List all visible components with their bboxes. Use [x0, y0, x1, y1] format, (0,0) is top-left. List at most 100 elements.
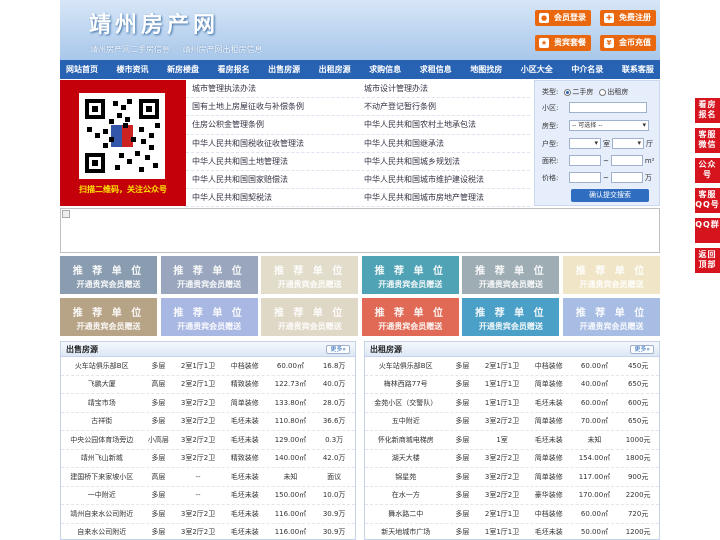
law-link[interactable]: 中华人民共和国继承法 [358, 135, 530, 152]
nav-item-3[interactable]: 看房报名 [218, 60, 250, 79]
sale-listing-row[interactable]: 古祥街 多层 3室2厅2卫 毛坯未装 110.80㎡ 36.6万 [61, 413, 355, 431]
site-title[interactable]: 靖州房产网 [89, 7, 219, 39]
listing-community[interactable]: 一中附近 [61, 490, 142, 500]
recommended-ad-slot[interactable]: 推 荐 单 位开通贵宾会员赠送 [563, 298, 660, 336]
nav-item-10[interactable]: 中介名录 [571, 60, 603, 79]
price-min-input[interactable] [569, 172, 601, 183]
listing-community[interactable]: 靖州自来水公司附近 [61, 509, 142, 519]
sale-listing-row[interactable]: 靖州自来水公司附近 多层 3室2厅2卫 毛坯未装 116.00㎡ 30.9万 [61, 505, 355, 524]
law-link[interactable]: 城市管理执法办法 [186, 80, 358, 97]
search-submit-button[interactable]: 确认提交搜索 [571, 189, 649, 202]
law-link[interactable]: 中华人民共和国土地管理法 [186, 153, 358, 170]
law-link[interactable]: 中华人民共和国农村土地承包法 [358, 116, 530, 133]
listing-community[interactable]: 火车站俱乐部B区 [61, 361, 142, 371]
area-max-input[interactable] [610, 155, 643, 166]
house-type-select[interactable]: -- 可选择 -- [569, 120, 649, 131]
law-link[interactable]: 中华人民共和国城市维护建设税法 [358, 171, 530, 188]
recommended-ad-slot[interactable]: 推 荐 单 位开通贵宾会员赠送 [563, 256, 660, 294]
recommended-ad-slot[interactable]: 推 荐 单 位开通贵宾会员赠送 [160, 256, 258, 294]
sale-listing-row[interactable]: 自来水公司附近 多层 3室2厅2卫 毛坯未装 116.00㎡ 30.9万 [61, 524, 355, 540]
listing-community[interactable]: 靖宝市场 [61, 398, 142, 408]
rent-more-button[interactable]: 更多» [630, 345, 654, 354]
listing-community[interactable]: 锦星苑 [365, 472, 446, 482]
law-link[interactable]: 住房公积金管理条例 [186, 116, 358, 133]
official-account-button[interactable]: 公众号 [695, 158, 720, 183]
rent-listing-row[interactable]: 梅林西路77号 多层 1室1厅1卫 简单装修 40.00㎡ 650元 [365, 376, 659, 394]
sale-listing-row[interactable]: 飞鹏大厦 高层 2室2厅1卫 精致装修 122.73㎡ 40.0万 [61, 376, 355, 394]
law-link[interactable]: 中华人民共和国城乡规划法 [358, 153, 530, 170]
subtitle-secondhand[interactable]: 靖州房产网二手房信息 [90, 45, 170, 54]
back-to-top-button[interactable]: 返回顶部 [695, 248, 720, 273]
subtitle-rent[interactable]: 靖州房产网出租房信息 [183, 45, 263, 54]
listing-community[interactable]: 怀化新商城电梯房 [365, 435, 446, 445]
law-link[interactable]: 中华人民共和国国家赔偿法 [186, 171, 358, 188]
recommended-ad-slot[interactable]: 推 荐 单 位开通贵宾会员赠送 [261, 256, 359, 294]
listing-community[interactable]: 建国桥下来家坡小区 [61, 472, 142, 482]
area-min-input[interactable] [569, 155, 601, 166]
recommended-ad-slot[interactable]: 推 荐 单 位开通贵宾会员赠送 [361, 298, 459, 336]
listing-community[interactable]: 古祥街 [61, 416, 142, 426]
type-option-rent[interactable]: 出租房 [607, 87, 628, 97]
law-link[interactable]: 城市设计管理办法 [358, 80, 530, 97]
sale-listing-row[interactable]: 火车站俱乐部B区 多层 2室1厅1卫 中档装修 60.00㎡ 16.8万 [61, 357, 355, 376]
banner-ad[interactable] [60, 208, 660, 253]
listing-community[interactable]: 湖天大楼 [365, 453, 446, 463]
register-button[interactable]: ✚ 免费注册 [600, 10, 656, 26]
type-radio-secondhand[interactable] [564, 88, 572, 96]
nav-item-4[interactable]: 出售房源 [268, 60, 300, 79]
listing-community[interactable]: 飞鹏大厦 [61, 379, 142, 389]
listing-community[interactable]: 舞水路二中 [365, 509, 446, 519]
recommended-ad-slot[interactable]: 推 荐 单 位开通贵宾会员赠送 [462, 298, 560, 336]
community-input[interactable] [569, 102, 647, 113]
viewing-signup-button[interactable]: 看房报名 [695, 98, 720, 123]
sale-listing-row[interactable]: 一中附近 多层 -- 毛坯未装 150.00㎡ 10.0万 [61, 487, 355, 505]
nav-item-0[interactable]: 网站首页 [66, 60, 98, 79]
qq-group-button[interactable]: QQ群 [695, 218, 720, 243]
listing-community[interactable]: 金苑小区（交警队） [365, 398, 446, 408]
nav-item-1[interactable]: 楼市资讯 [117, 60, 149, 79]
rent-listing-row[interactable]: 舞水路二中 多层 2室1厅1卫 中档装修 60.00㎡ 720元 [365, 505, 659, 524]
price-max-input[interactable] [610, 172, 643, 183]
law-link[interactable]: 国有土地上房屋征收与补偿条例 [186, 98, 358, 115]
listing-community[interactable]: 在水一方 [365, 490, 446, 500]
nav-item-11[interactable]: 联系客服 [622, 60, 654, 79]
sale-listing-row[interactable]: 建国桥下来家坡小区 高层 -- 毛坯未装 未知 面议 [61, 468, 355, 487]
vip-package-button[interactable]: ★ 贵宾套餐 [535, 35, 591, 51]
recommended-ad-slot[interactable]: 推 荐 单 位开通贵宾会员赠送 [160, 298, 258, 336]
rent-listing-row[interactable]: 在水一方 多层 3室2厅2卫 豪华装修 170.00㎡ 2200元 [365, 487, 659, 505]
law-link[interactable]: 中华人民共和国城市房地产管理法 [358, 189, 530, 206]
listing-community[interactable]: 自来水公司附近 [61, 527, 142, 537]
type-radio-rent[interactable] [599, 88, 607, 96]
type-option-secondhand[interactable]: 二手房 [572, 87, 593, 97]
listing-community[interactable]: 新天地城市广场 [365, 527, 446, 537]
listing-community[interactable]: 五中附近 [365, 416, 446, 426]
sale-listing-row[interactable]: 靖州飞山新城 多层 3室2厅2卫 精致装修 140.00㎡ 42.0万 [61, 450, 355, 468]
listing-community[interactable]: 中央公园体育场旁边 [61, 435, 142, 445]
room-select[interactable] [569, 138, 601, 149]
rent-listing-row[interactable]: 怀化新商城电梯房 多层 1室 毛坯未装 未知 1000元 [365, 431, 659, 450]
listing-community[interactable]: 靖州飞山新城 [61, 453, 142, 463]
hall-select[interactable] [612, 138, 644, 149]
recommended-ad-slot[interactable]: 推 荐 单 位开通贵宾会员赠送 [60, 298, 157, 336]
rent-listing-row[interactable]: 新天地城市广场 多层 1室1厅1卫 毛坯未装 50.00㎡ 1200元 [365, 524, 659, 540]
service-wechat-button[interactable]: 客服微信 [695, 128, 720, 153]
sale-listing-row[interactable]: 靖宝市场 多层 3室2厅2卫 简单装修 133.80㎡ 28.0万 [61, 394, 355, 413]
service-qq-button[interactable]: 客服QQ号 [695, 188, 720, 213]
law-link[interactable]: 不动产登记暂行条例 [358, 98, 530, 115]
rent-listing-row[interactable]: 锦星苑 多层 3室2厅2卫 简单装修 117.00㎡ 900元 [365, 468, 659, 487]
listing-community[interactable]: 火车站俱乐部B区 [365, 361, 446, 371]
nav-item-8[interactable]: 地图找房 [470, 60, 502, 79]
coin-recharge-button[interactable]: ¥ 金币充值 [600, 35, 656, 51]
law-link[interactable]: 中华人民共和国税收征收管理法 [186, 135, 358, 152]
sale-more-button[interactable]: 更多» [326, 345, 350, 354]
sale-listing-row[interactable]: 中央公园体育场旁边 小高层 3室2厅2卫 毛坯未装 129.00㎡ 0.3万 [61, 431, 355, 450]
nav-item-7[interactable]: 求租信息 [420, 60, 452, 79]
member-login-button[interactable]: ● 会员登录 [535, 10, 591, 26]
law-link[interactable]: 中华人民共和国契税法 [186, 189, 358, 206]
rent-listing-row[interactable]: 火车站俱乐部B区 多层 2室1厅1卫 中档装修 60.00㎡ 450元 [365, 357, 659, 376]
recommended-ad-slot[interactable]: 推 荐 单 位开通贵宾会员赠送 [60, 256, 157, 294]
nav-item-2[interactable]: 新房楼盘 [167, 60, 199, 79]
nav-item-9[interactable]: 小区大全 [521, 60, 553, 79]
recommended-ad-slot[interactable]: 推 荐 单 位开通贵宾会员赠送 [462, 256, 560, 294]
recommended-ad-slot[interactable]: 推 荐 单 位开通贵宾会员赠送 [361, 256, 459, 294]
